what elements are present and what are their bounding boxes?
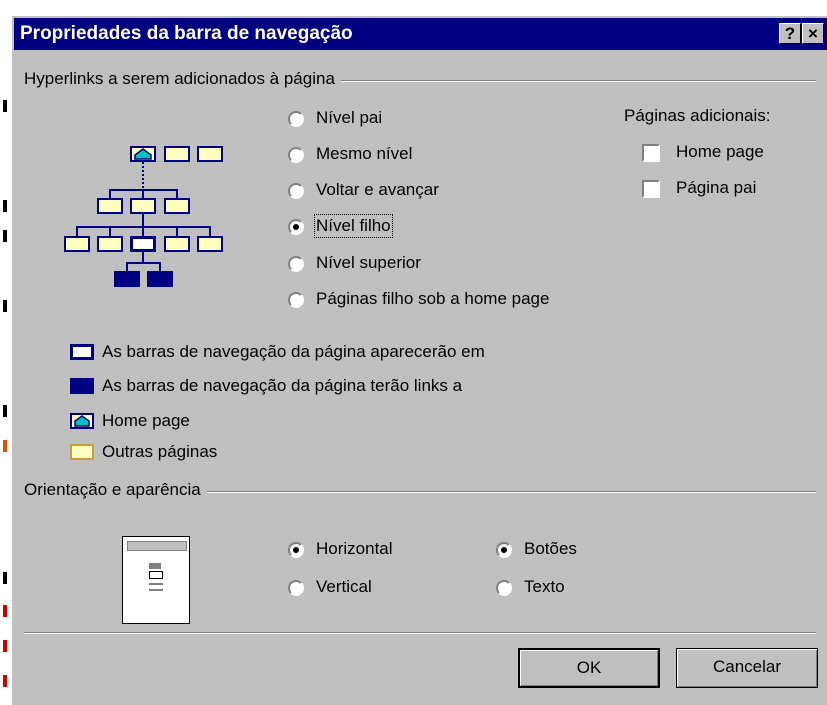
parent-page-checkbox-label: Página pai (676, 178, 757, 197)
radio-back-and-next[interactable] (288, 183, 304, 199)
tree-connector (142, 226, 144, 236)
page-node (164, 198, 190, 214)
buttons-style-label: Botões (524, 539, 577, 558)
preview-line (149, 589, 163, 591)
legend-appear-label: As barras de navegação da página aparece… (102, 342, 485, 361)
dialog-separator (24, 632, 816, 634)
tree-connector (142, 252, 144, 262)
current-page-node (130, 236, 156, 252)
page-node (130, 198, 156, 214)
dialog-title: Propriedades da barra de navegação (20, 23, 353, 44)
page-node (164, 236, 190, 252)
preview-line (149, 563, 161, 569)
tree-connector (76, 226, 78, 236)
linked-page-node (114, 271, 140, 287)
page-node (97, 236, 123, 252)
radio-same-level[interactable] (288, 147, 304, 163)
tree-connector (176, 189, 178, 198)
back-and-next-label: Voltar e avançar (316, 180, 439, 199)
tree-connector (126, 262, 160, 264)
tree-connector (142, 189, 144, 198)
radio-buttons-style[interactable] (496, 542, 512, 558)
legend-links-label: As barras de navegação da página terão l… (102, 376, 463, 395)
radio-horizontal[interactable] (288, 542, 304, 558)
background-text-fragment (3, 300, 7, 312)
background-text-fragment (3, 675, 7, 687)
legend-home-page-icon (70, 413, 94, 429)
additional-pages-label: Páginas adicionais: (624, 106, 771, 125)
tree-connector (142, 214, 144, 226)
background-text-fragment (3, 440, 7, 452)
tree-connector (126, 262, 128, 271)
page-node (197, 236, 223, 252)
radio-vertical[interactable] (288, 580, 304, 596)
ok-button[interactable]: OK (518, 648, 660, 688)
background-text-fragment (3, 572, 7, 584)
tree-connector (176, 226, 178, 236)
background-text-fragment (3, 200, 7, 212)
legend-linked-page-icon (70, 378, 94, 394)
vertical-label: Vertical (316, 577, 372, 596)
title-bar[interactable]: Propriedades da barra de navegação ? × (14, 18, 827, 50)
child-pages-under-home-label: Páginas filho sob a home page (316, 289, 550, 308)
home-page-checkbox-label: Home page (676, 142, 764, 161)
close-button[interactable]: × (802, 23, 824, 44)
tree-connector (109, 226, 111, 236)
page-node (197, 146, 223, 162)
radio-child-level[interactable] (288, 219, 304, 235)
preview-line (149, 583, 163, 585)
appearance-group-label: Orientação e aparência (24, 480, 207, 500)
horizontal-label: Horizontal (316, 539, 393, 558)
preview-top-bar (127, 541, 187, 551)
radio-top-level[interactable] (288, 256, 304, 272)
tree-connector (159, 262, 161, 271)
linked-page-node (147, 271, 173, 287)
checkbox-parent-page[interactable] (642, 180, 660, 198)
tree-connector (209, 226, 211, 236)
house-icon (74, 415, 90, 427)
navigation-bar-properties-dialog: Propriedades da barra de navegação ? × H… (10, 14, 827, 705)
checkbox-home-page[interactable] (642, 144, 660, 162)
tree-connector (109, 189, 111, 198)
top-level-label: Nível superior (316, 253, 421, 272)
page-node (97, 198, 123, 214)
navbar-preview-image (122, 536, 190, 624)
hyperlinks-group-label: Hyperlinks a serem adicionados à página (24, 69, 341, 89)
page-node (164, 146, 190, 162)
help-button[interactable]: ? (779, 23, 801, 44)
background-text-fragment (3, 100, 7, 112)
radio-parent-level[interactable] (288, 111, 304, 127)
legend-home-page-label: Home page (102, 411, 190, 430)
legend-current-page-icon (70, 344, 94, 360)
tree-connector (142, 162, 144, 189)
legend-other-pages-label: Outras páginas (102, 442, 218, 461)
home-page-node (130, 146, 156, 162)
background-text-fragment (3, 405, 7, 417)
background-text-fragment (3, 640, 7, 652)
radio-text-style[interactable] (496, 580, 512, 596)
background-text-fragment (3, 230, 7, 242)
cancel-button[interactable]: Cancelar (676, 648, 818, 688)
child-level-label: Nível filho (314, 214, 393, 238)
text-style-label: Texto (524, 577, 565, 596)
preview-button (149, 571, 163, 579)
legend-other-pages-icon (70, 444, 94, 460)
radio-child-pages-under-home[interactable] (288, 292, 304, 308)
parent-level-label: Nível pai (316, 108, 383, 127)
background-text-fragment (3, 605, 7, 617)
page-node (64, 236, 90, 252)
house-icon (134, 148, 152, 160)
same-level-label: Mesmo nível (316, 144, 413, 163)
